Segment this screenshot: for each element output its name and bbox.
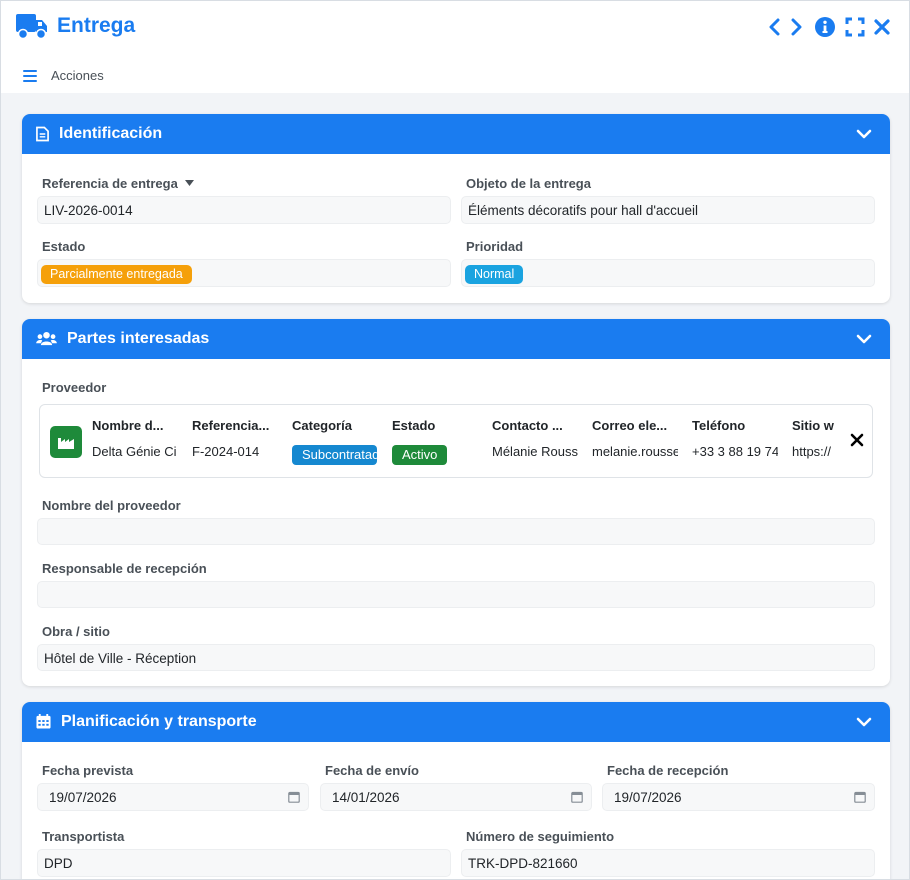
close-button[interactable] bbox=[871, 15, 893, 39]
supplier-website: https:// bbox=[792, 444, 832, 459]
status-label: Estado bbox=[42, 239, 86, 254]
identification-header[interactable]: Identificación bbox=[22, 114, 890, 154]
caret-down-icon[interactable] bbox=[185, 180, 195, 186]
tracking-label: Número de seguimiento bbox=[466, 829, 615, 844]
ship-date-label: Fecha de envío bbox=[325, 763, 419, 778]
supplier-record[interactable]: Nombre d... Referencia... Categoría Esta… bbox=[39, 404, 873, 478]
ship-date-field[interactable]: 14/01/2026 bbox=[320, 783, 592, 811]
identification-section: Identificación Referencia de entrega LIV… bbox=[22, 114, 890, 303]
receiver-label: Responsable de recepción bbox=[42, 561, 207, 576]
supplier-header-email: Correo ele... bbox=[592, 418, 668, 433]
tracking-field[interactable]: TRK-DPD-821660 bbox=[461, 849, 875, 877]
supplier-category-badge: Subcontratad bbox=[292, 445, 377, 465]
supplier-label: Proveedor bbox=[42, 380, 107, 395]
calendar-icon[interactable] bbox=[288, 791, 300, 803]
supplier-header-contact: Contacto ... bbox=[492, 418, 563, 433]
supplier-contact: Mélanie Rouss bbox=[492, 444, 578, 459]
priority-badge: Normal bbox=[465, 265, 524, 284]
title-bar: Entrega bbox=[1, 1, 909, 53]
status-badge: Parcialmente entregada bbox=[41, 265, 192, 284]
window-title: Entrega bbox=[57, 14, 136, 37]
info-icon bbox=[815, 17, 835, 37]
supplier-email: melanie.rousse bbox=[592, 444, 678, 459]
receipt-date-field[interactable]: 19/07/2026 bbox=[602, 783, 875, 811]
stakeholders-title: Partes interesadas bbox=[67, 330, 210, 347]
priority-label: Prioridad bbox=[466, 239, 524, 254]
truck-icon bbox=[16, 14, 47, 40]
ship-date-value: 14/01/2026 bbox=[332, 790, 400, 805]
reference-label-text: Referencia de entrega bbox=[42, 176, 178, 191]
reference-label[interactable]: Referencia de entrega bbox=[42, 176, 195, 191]
close-icon bbox=[874, 19, 890, 35]
supplier-reference: F-2024-014 bbox=[192, 444, 260, 459]
supplier-header-status: Estado bbox=[392, 418, 436, 433]
reference-field[interactable]: LIV-2026-0014 bbox=[37, 196, 451, 224]
supplier-header-phone: Teléfono bbox=[692, 418, 746, 433]
supplier-phone: +33 3 88 19 74 bbox=[692, 444, 778, 459]
expand-icon bbox=[845, 17, 865, 37]
chevron-down-icon bbox=[856, 129, 872, 139]
supplier-header-reference: Referencia... bbox=[192, 418, 270, 433]
planning-section: Planificación y transporte Fecha previst… bbox=[22, 702, 890, 879]
supplier-header-name: Nombre d... bbox=[92, 418, 164, 433]
next-button[interactable] bbox=[786, 15, 808, 39]
users-icon bbox=[36, 331, 57, 346]
delivery-window: Entrega Acciones Identificación Referenc… bbox=[0, 0, 910, 880]
chevron-right-icon bbox=[791, 18, 802, 36]
planned-date-label: Fecha prevista bbox=[42, 763, 134, 778]
planned-date-field[interactable]: 19/07/2026 bbox=[37, 783, 309, 811]
carrier-label: Transportista bbox=[42, 829, 125, 844]
calendar-icon bbox=[36, 714, 51, 729]
planned-date-value: 19/07/2026 bbox=[49, 790, 117, 805]
carrier-field[interactable]: DPD bbox=[37, 849, 451, 877]
actions-bar: Acciones bbox=[1, 59, 909, 91]
receipt-date-value: 19/07/2026 bbox=[614, 790, 682, 805]
chevron-left-icon bbox=[769, 18, 780, 36]
menu-icon[interactable] bbox=[23, 70, 37, 82]
info-button[interactable] bbox=[814, 15, 836, 39]
stakeholders-header[interactable]: Partes interesadas bbox=[22, 319, 890, 359]
priority-field[interactable]: Normal bbox=[461, 259, 875, 287]
supplier-header-website: Sitio w bbox=[792, 418, 834, 433]
actions-menu[interactable]: Acciones bbox=[51, 68, 104, 83]
maximize-button[interactable] bbox=[844, 15, 866, 39]
site-label: Obra / sitio bbox=[42, 624, 110, 639]
stakeholders-section: Partes interesadas Proveedor Nombre d...… bbox=[22, 319, 890, 686]
supplier-name: Delta Génie Ci bbox=[92, 444, 177, 459]
object-label: Objeto de la entrega bbox=[466, 176, 591, 191]
form-content[interactable]: Identificación Referencia de entrega LIV… bbox=[1, 93, 909, 879]
supplier-status-badge: Activo bbox=[392, 445, 448, 465]
calendar-icon[interactable] bbox=[854, 791, 866, 803]
supplier-header-category: Categoría bbox=[292, 418, 352, 433]
chevron-down-icon bbox=[856, 717, 872, 727]
status-field[interactable]: Parcialmente entregada bbox=[37, 259, 451, 287]
factory-icon bbox=[50, 426, 82, 458]
chevron-down-icon bbox=[856, 334, 872, 344]
supplier-name-field[interactable] bbox=[37, 518, 875, 545]
object-field[interactable]: Éléments décoratifs pour hall d'accueil bbox=[461, 196, 875, 224]
remove-supplier-icon[interactable] bbox=[850, 433, 864, 447]
site-field[interactable]: Hôtel de Ville - Réception bbox=[37, 644, 875, 671]
document-icon bbox=[36, 126, 49, 142]
planning-title: Planificación y transporte bbox=[61, 713, 257, 730]
calendar-icon[interactable] bbox=[571, 791, 583, 803]
receipt-date-label: Fecha de recepción bbox=[607, 763, 729, 778]
identification-title: Identificación bbox=[59, 125, 163, 142]
planning-header[interactable]: Planificación y transporte bbox=[22, 702, 890, 742]
supplier-name-label: Nombre del proveedor bbox=[42, 498, 181, 513]
previous-button[interactable] bbox=[763, 15, 785, 39]
receiver-field[interactable] bbox=[37, 581, 875, 608]
